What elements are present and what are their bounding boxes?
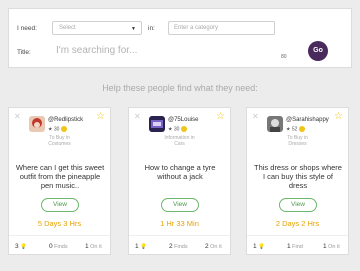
card-time-left: 2 Days 2 Hrs <box>275 219 320 228</box>
need-select-value: Select <box>59 25 76 31</box>
card-category: To Buy in Dresses <box>287 135 308 147</box>
view-button[interactable]: View <box>41 198 79 212</box>
need-label: I need: <box>17 25 37 32</box>
bulb-icon: 💡 <box>20 244 28 250</box>
close-icon[interactable]: ✕ <box>134 112 141 121</box>
card-request-text: This dress or shops where I can buy this… <box>254 163 342 190</box>
card-username[interactable]: @Redlipstick <box>48 117 83 123</box>
card-time-left: 1 Hr 33 Min <box>160 219 199 228</box>
need-select[interactable]: Select ▼ <box>52 21 142 35</box>
avatar <box>29 116 45 132</box>
star-icon[interactable]: ☆ <box>334 111 343 122</box>
view-button[interactable]: View <box>161 198 199 212</box>
footer-finds: 0 Finds <box>49 243 68 250</box>
star-icon[interactable]: ☆ <box>96 111 105 122</box>
help-heading: Help these people find what they need: <box>102 83 258 93</box>
card-rating: ★ 30 <box>168 126 188 132</box>
card-request-text: Where can I get this sweet outfit from t… <box>15 163 105 190</box>
footer-on-it: 1 On it <box>323 243 340 250</box>
category-input[interactable]: Enter a category <box>168 21 275 35</box>
star-icon[interactable]: ☆ <box>216 111 225 122</box>
footer-on-it: 2 On it <box>205 243 222 250</box>
footer-finds: 2 Finds <box>169 243 188 250</box>
search-panel: I need: Select ▼ in: Enter a category Ti… <box>8 8 352 68</box>
footer-ideas: 1 💡 <box>253 243 266 250</box>
footer-ideas: 1 💡 <box>135 243 148 250</box>
card-footer: 3 💡 0 Finds 1 On it <box>9 235 110 255</box>
request-card[interactable]: ✕ ☆ @Sarahishappy ★ 52 To Buy in Dresses… <box>246 107 349 255</box>
footer-on-it: 1 On it <box>85 243 102 250</box>
title-label: Title: <box>17 49 31 56</box>
card-rating: ★ 52 <box>286 126 306 132</box>
avatar <box>267 116 283 132</box>
caret-down-icon: ▼ <box>131 26 136 32</box>
card-footer: 1 💡 1 Find 1 On it <box>247 235 348 255</box>
coin-icon <box>299 126 306 132</box>
title-input[interactable]: I'm searching for... <box>52 40 292 60</box>
card-category: To Buy in Costumes <box>48 135 71 147</box>
coin-icon <box>61 126 68 132</box>
card-rating: ★ 30 <box>48 126 68 132</box>
close-icon[interactable]: ✕ <box>252 112 259 121</box>
bulb-icon: 💡 <box>258 244 266 250</box>
card-request-text: How to change a tyre without a jack <box>144 163 216 181</box>
avatar <box>149 116 165 132</box>
in-label: in: <box>148 25 155 32</box>
footer-ideas: 3 💡 <box>15 243 28 250</box>
card-category: Information in Cars <box>164 135 195 147</box>
card-username[interactable]: @Sarahishappy <box>286 117 329 123</box>
card-username[interactable]: @75Louise <box>168 117 198 123</box>
footer-finds: 1 Find <box>287 243 303 250</box>
char-count: 80 <box>281 54 287 60</box>
bulb-icon: 💡 <box>140 244 148 250</box>
card-time-left: 5 Days 3 Hrs <box>37 219 82 228</box>
card-footer: 1 💡 2 Finds 2 On it <box>129 235 230 255</box>
request-card[interactable]: ✕ ☆ @Redlipstick ★ 30 To Buy in Costumes… <box>8 107 111 255</box>
coin-icon <box>181 126 188 132</box>
view-button[interactable]: View <box>279 198 317 212</box>
close-icon[interactable]: ✕ <box>14 112 21 121</box>
go-button[interactable]: Go <box>308 41 328 61</box>
request-card[interactable]: ✕ ☆ @75Louise ★ 30 Information in Cars H… <box>128 107 231 255</box>
